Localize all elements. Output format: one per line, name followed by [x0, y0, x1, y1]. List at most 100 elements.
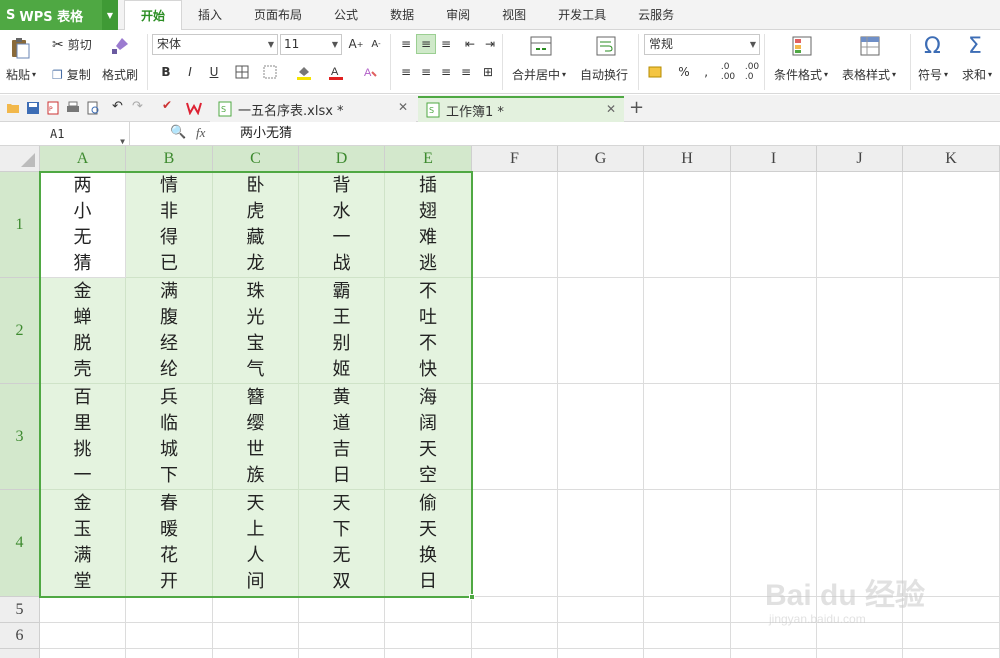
column-header-k[interactable]: K [903, 146, 1000, 172]
cell-d3[interactable]: 黄道吉日 [299, 384, 385, 490]
fill-handle[interactable] [469, 594, 475, 600]
copy-button[interactable]: ❐ 复制 [52, 66, 91, 83]
decrease-decimal-icon[interactable]: .00.0 [742, 62, 762, 82]
bold-button[interactable]: B [156, 62, 176, 82]
format-painter-button[interactable]: 格式刷 [102, 66, 138, 83]
font-color-icon[interactable]: A [326, 62, 346, 82]
font-name-select[interactable]: 宋体 ▼ [152, 34, 278, 55]
tab-page-layout[interactable]: 页面布局 [238, 0, 318, 30]
column-header-c[interactable]: C [213, 146, 299, 172]
cell-k2[interactable] [903, 278, 1000, 384]
row-header-3[interactable]: 3 [0, 384, 40, 490]
fill-color-icon[interactable] [294, 62, 314, 82]
cell-h5[interactable] [644, 597, 731, 623]
wrap-text-icon[interactable] [596, 36, 616, 56]
cell-j1[interactable] [817, 172, 903, 278]
cell-g1[interactable] [558, 172, 644, 278]
column-header-f[interactable]: F [472, 146, 558, 172]
cell-j3[interactable] [817, 384, 903, 490]
cell-f2[interactable] [472, 278, 558, 384]
close-icon[interactable]: ✕ [606, 102, 616, 116]
print-icon[interactable] [66, 101, 80, 115]
align-top-icon[interactable]: ≡ [396, 34, 416, 54]
cell-e7[interactable] [385, 649, 472, 658]
cell-c3[interactable]: 簪缨世族 [213, 384, 299, 490]
cell-a7[interactable] [40, 649, 126, 658]
tab-data[interactable]: 数据 [374, 0, 430, 30]
cell-a5[interactable] [40, 597, 126, 623]
cell-h4[interactable] [644, 490, 731, 597]
fx-icon[interactable]: fx [196, 125, 205, 141]
align-center-icon[interactable]: ≡ [416, 62, 436, 82]
close-icon[interactable]: ✕ [398, 100, 408, 114]
cell-h3[interactable] [644, 384, 731, 490]
cell-g4[interactable] [558, 490, 644, 597]
tab-developer[interactable]: 开发工具 [542, 0, 622, 30]
sigma-icon[interactable]: Σ [968, 34, 982, 59]
cell-e6[interactable] [385, 623, 472, 649]
cut-button[interactable]: ✂ 剪切 [52, 36, 92, 53]
wrap-text-button[interactable]: 自动换行 [580, 66, 628, 83]
app-menu-button[interactable]: S WPS 表格 ▼ [0, 0, 118, 30]
cell-a6[interactable] [40, 623, 126, 649]
cell-e4[interactable]: 偷天换日 [385, 490, 472, 597]
cell-f5[interactable] [472, 597, 558, 623]
cell-e1[interactable]: 插翅难逃 [385, 172, 472, 278]
percent-button[interactable]: % [674, 62, 694, 82]
cell-style-icon[interactable] [260, 62, 280, 82]
merge-center-icon[interactable] [530, 36, 552, 56]
cell-i2[interactable] [731, 278, 817, 384]
align-middle-icon[interactable]: ≡ [416, 34, 436, 54]
tab-insert[interactable]: 插入 [182, 0, 238, 30]
align-bottom-icon[interactable]: ≡ [436, 34, 456, 54]
cell-i3[interactable] [731, 384, 817, 490]
print-preview-icon[interactable] [86, 101, 100, 115]
cell-f1[interactable] [472, 172, 558, 278]
wps-w-icon[interactable] [186, 101, 202, 115]
cell-b6[interactable] [126, 623, 213, 649]
undo-icon[interactable]: ↶ [112, 99, 126, 114]
column-header-b[interactable]: B [126, 146, 213, 172]
italic-button[interactable]: I [180, 62, 200, 82]
tab-cloud[interactable]: 云服务 [622, 0, 690, 30]
tab-view[interactable]: 视图 [486, 0, 542, 30]
column-header-j[interactable]: J [817, 146, 903, 172]
brush-icon[interactable] [110, 36, 130, 56]
cell-c1[interactable]: 卧虎藏龙 [213, 172, 299, 278]
justify-icon[interactable]: ≡ [456, 62, 476, 82]
cell-e3[interactable]: 海阔天空 [385, 384, 472, 490]
cell-f7[interactable] [472, 649, 558, 658]
cell-d4[interactable]: 天下无双 [299, 490, 385, 597]
cell-e2[interactable]: 不吐不快 [385, 278, 472, 384]
cell-c4[interactable]: 天上人间 [213, 490, 299, 597]
cell-b4[interactable]: 春暖花开 [126, 490, 213, 597]
cell-d6[interactable] [299, 623, 385, 649]
sum-button[interactable]: 求和 ▾ [962, 66, 992, 83]
cell-i1[interactable] [731, 172, 817, 278]
paste-button[interactable]: 粘贴 ▾ [6, 66, 36, 83]
clear-format-icon[interactable]: A [360, 62, 380, 82]
name-box[interactable]: A1 ▼ [0, 122, 130, 146]
underline-button[interactable]: U [204, 62, 224, 82]
font-size-select[interactable]: 11 ▼ [280, 34, 342, 55]
cell-a2[interactable]: 金蝉脱壳 [40, 278, 126, 384]
tab-review[interactable]: 审阅 [430, 0, 486, 30]
cell-f4[interactable] [472, 490, 558, 597]
cell-b1[interactable]: 情非得已 [126, 172, 213, 278]
cell-h7[interactable] [644, 649, 731, 658]
comma-button[interactable]: ‚ [696, 62, 716, 82]
cell-g5[interactable] [558, 597, 644, 623]
cell-c6[interactable] [213, 623, 299, 649]
cell-c2[interactable]: 珠光宝气 [213, 278, 299, 384]
doc-tab-inactive[interactable]: S 一五名序表.xlsx * ✕ [210, 96, 416, 122]
column-header-e[interactable]: E [385, 146, 472, 172]
cell-d2[interactable]: 霸王别姬 [299, 278, 385, 384]
cell-c5[interactable] [213, 597, 299, 623]
cell-a4[interactable]: 金玉满堂 [40, 490, 126, 597]
merge-center-button[interactable]: 合并居中 ▾ [512, 66, 566, 83]
cell-g7[interactable] [558, 649, 644, 658]
chevron-down-icon[interactable]: ▼ [102, 0, 118, 30]
cell-e5[interactable] [385, 597, 472, 623]
cell-f6[interactable] [472, 623, 558, 649]
save-icon[interactable] [26, 101, 40, 115]
